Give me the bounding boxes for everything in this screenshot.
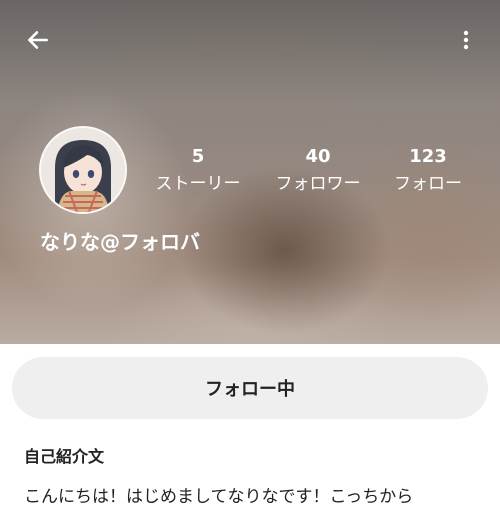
stat-label: フォロー [394,174,462,194]
back-button[interactable] [18,20,58,60]
more-vertical-icon [463,30,469,50]
stat-label: ストーリー [155,174,241,194]
bio-text: こんにちは！はじめましてなりなです！こっちから [24,487,414,507]
stat-followers[interactable]: 40 フォロワー [268,146,368,196]
bio-heading: 自己紹介文 [24,447,105,466]
stat-label: フォロワー [275,174,361,194]
stat-count: 123 [409,146,447,167]
more-options-button[interactable] [446,20,486,60]
profile-cover: 5 ストーリー 40 フォロワー 123 フォロー なりな@フォロバ [0,0,500,344]
following-button[interactable]: フォロー中 [12,357,488,419]
profile-username: なりな@フォロバ [40,230,200,254]
avatar[interactable] [39,126,127,214]
arrow-left-icon [28,31,48,49]
stat-following[interactable]: 123 フォロー [378,146,478,196]
stat-stories[interactable]: 5 ストーリー [148,146,248,196]
stat-count: 5 [191,146,205,167]
stat-count: 40 [305,146,331,167]
avatar-image [41,128,125,212]
